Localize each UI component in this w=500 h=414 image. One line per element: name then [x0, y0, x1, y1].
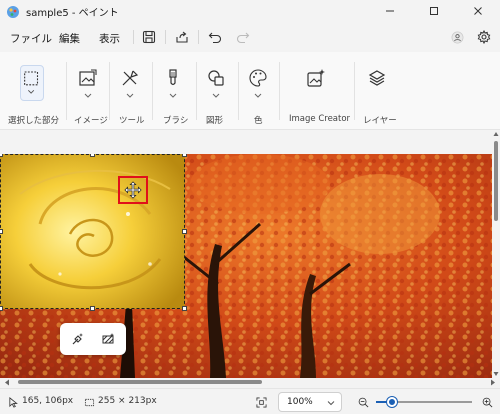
account-icon[interactable]	[447, 27, 467, 47]
horizontal-scrollbar[interactable]	[0, 378, 500, 387]
menu-divider	[198, 30, 199, 44]
maximize-button[interactable]	[412, 0, 456, 22]
resize-handle[interactable]	[90, 306, 95, 311]
chevron-down-icon[interactable]	[168, 92, 178, 100]
settings-gear-icon[interactable]	[474, 27, 494, 47]
minimize-button[interactable]	[368, 0, 412, 22]
zoom-slider[interactable]	[376, 397, 472, 407]
chevron-down-icon[interactable]	[211, 92, 221, 100]
scroll-left-arrow-icon[interactable]	[4, 379, 10, 386]
selection-tool-button[interactable]	[20, 65, 44, 101]
zoom-value: 100%	[287, 397, 313, 407]
menu-file[interactable]: ファイル	[10, 31, 52, 46]
resize-handle[interactable]	[0, 229, 3, 234]
layers-icon[interactable]	[365, 66, 389, 90]
shapes-icon[interactable]	[204, 66, 228, 90]
image-icon[interactable]	[76, 66, 100, 90]
selection-size-icon	[82, 395, 96, 409]
ribbon-toolbar: 選択した部分 イメージ ツール ブラシ 図形 色 Image Creator レ…	[0, 52, 500, 130]
cursor-position: 165, 106px	[22, 396, 74, 406]
save-icon[interactable]	[139, 27, 159, 47]
zoom-dropdown[interactable]: 100%	[278, 392, 342, 412]
vertical-scroll-thumb[interactable]	[494, 141, 498, 221]
resize-handle[interactable]	[0, 306, 3, 311]
move-cursor-highlight	[118, 176, 148, 204]
chevron-down-icon[interactable]	[125, 92, 135, 100]
title-bar: sample5 - ペイント	[0, 0, 500, 22]
scroll-right-arrow-icon[interactable]	[490, 379, 496, 386]
shapes-label: 図形	[206, 116, 224, 126]
fit-to-window-icon[interactable]	[254, 395, 268, 409]
chevron-down-icon[interactable]	[253, 92, 263, 100]
selection-label: 選択した部分	[8, 116, 60, 126]
menu-edit[interactable]: 編集	[59, 31, 80, 46]
resize-handle[interactable]	[90, 154, 95, 157]
brush-label: ブラシ	[163, 116, 189, 126]
menu-divider	[133, 30, 134, 44]
redo-icon[interactable]	[233, 27, 253, 47]
ribbon-divider	[109, 62, 110, 120]
yellow-rose-photo	[0, 154, 185, 309]
zoom-in-icon[interactable]	[480, 395, 494, 409]
scroll-up-arrow-icon[interactable]	[493, 131, 499, 137]
ribbon-divider	[238, 62, 239, 120]
selection-toolbar	[60, 323, 126, 355]
transparent-selection-icon[interactable]	[98, 329, 118, 349]
resize-handle[interactable]	[182, 306, 187, 311]
menu-divider	[165, 30, 166, 44]
resize-handle[interactable]	[182, 229, 187, 234]
chevron-down-icon[interactable]	[83, 92, 93, 100]
resize-handle[interactable]	[0, 154, 3, 157]
paint-app-icon	[6, 4, 20, 18]
window-title: sample5 - ペイント	[26, 8, 119, 19]
menu-bar: ファイル 編集 表示	[0, 24, 500, 50]
ribbon-divider	[279, 62, 280, 120]
image-creator-icon[interactable]	[304, 66, 328, 90]
status-bar: 165, 106px 255 × 213px 100%	[0, 388, 500, 414]
image-creator-label: Image Creator	[289, 114, 351, 124]
color-label: 色	[254, 116, 263, 126]
menu-view[interactable]: 表示	[99, 31, 120, 46]
share-icon[interactable]	[172, 27, 192, 47]
ribbon-divider	[196, 62, 197, 120]
remove-background-icon[interactable]	[68, 329, 88, 349]
undo-icon[interactable]	[205, 27, 225, 47]
image-label: イメージ	[74, 116, 108, 126]
selection-size: 255 × 213px	[98, 396, 157, 406]
brush-icon[interactable]	[161, 66, 185, 90]
zoom-out-icon[interactable]	[356, 395, 370, 409]
ribbon-divider	[354, 62, 355, 120]
ribbon-divider	[66, 62, 67, 120]
canvas[interactable]	[0, 154, 492, 378]
cursor-pointer-icon	[6, 395, 20, 409]
tools-label: ツール	[119, 116, 145, 126]
resize-handle[interactable]	[182, 154, 187, 157]
vertical-scrollbar[interactable]	[492, 131, 500, 378]
tools-icon[interactable]	[118, 66, 142, 90]
move-cursor-icon	[124, 181, 142, 199]
zoom-slider-thumb[interactable]	[387, 397, 397, 407]
chevron-down-icon	[327, 401, 335, 406]
pasted-rose-image[interactable]	[0, 154, 185, 309]
scroll-down-arrow-icon[interactable]	[493, 371, 499, 377]
close-button[interactable]	[456, 0, 500, 22]
color-palette-icon[interactable]	[246, 66, 270, 90]
layers-label: レイヤー	[363, 116, 397, 126]
horizontal-scroll-thumb[interactable]	[18, 380, 262, 384]
ribbon-divider	[152, 62, 153, 120]
